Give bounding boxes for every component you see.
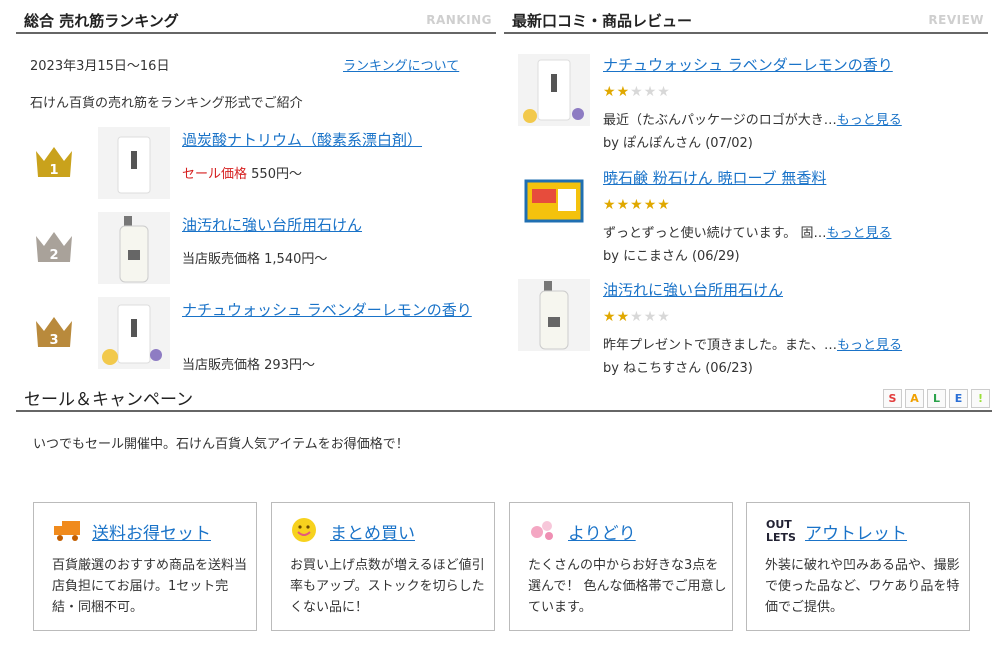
review-author: by にこまさん (06/29) [603,249,740,264]
price-value: 1,540円〜 [264,252,328,267]
campaign-title-link[interactable]: アウトレット [805,519,907,544]
ranking-title: 総合 売れ筋ランキング [24,12,179,30]
sale-badge: A [905,389,924,408]
rank-number: 3 [49,333,58,348]
crown-icon: 2 [36,232,72,263]
sale-header: セール＆キャンペーン [16,382,992,412]
review-author: by ねこちすさん (06/23) [603,361,753,376]
rank-number: 1 [49,163,58,178]
ranking-intro: 石けん百貨の売れ筋をランキング形式でご紹介 [30,96,303,111]
price-value: 293円〜 [264,358,315,373]
ranking-header: 総合 売れ筋ランキング RANKING [16,4,496,34]
review-product-link[interactable]: 油汚れに強い台所用石けん [603,279,783,300]
star-icon: ★ [616,197,631,213]
truck-icon [54,521,80,541]
rank-number: 2 [49,248,58,263]
product-image[interactable] [98,297,170,369]
star-icon: ★ [630,309,644,325]
star-icon: ★ [630,84,644,100]
svg-text:LETS: LETS [766,531,795,543]
price-label: 当店販売価格 [182,358,261,373]
campaign-card-bulk[interactable]: まとめ買い お買い上げ点数が増えるほど値引率もアップ。ストックを切らしたくない品… [271,502,495,631]
ranking-about-link[interactable]: ランキングについて [343,55,459,74]
product-image[interactable] [518,279,590,351]
star-icon: ★ [657,197,671,213]
review-snippet: ずっとずっと使い続けています。 固…もっと見る [603,226,892,241]
crown-icon: 3 [36,317,72,348]
more-link[interactable]: もっと見る [837,113,902,128]
star-icon: ★ [603,197,617,213]
ranking-item-3: 3 ナチュウォッシュ ラベンダーレモンの香り 当店販売価格 293円〜 [30,297,482,373]
review-snippet: 昨年プレゼントで頂きました。また、…もっと見る [603,338,903,353]
star-icon: ★ [643,84,658,100]
price-value: 550円〜 [251,167,302,182]
sale-badge: E [949,389,968,408]
sale-badge: ! [971,389,990,408]
product-name-link[interactable]: 油汚れに強い台所用石けん [182,214,482,237]
star-rating: ★★★★★ [603,309,671,325]
review-sub: REVIEW [928,13,984,27]
bubbles-icon [531,521,553,540]
product-price: セール価格 550円〜 [182,163,302,182]
product-price: 当店販売価格 1,540円〜 [182,248,327,267]
review-snippet: 最近（たぶんパッケージのロゴが大き…もっと見る [603,113,902,128]
ranking-item-2: 2 油汚れに強い台所用石けん 当店販売価格 1,540円〜 [30,212,480,284]
ranking-sub: RANKING [426,13,492,27]
campaign-desc: 外装に破れや凹みある品や、撮影で使った品など、ワケあり品を特価でご提供。 [765,558,960,615]
sale-badge: S [883,389,902,408]
ranking-date: 2023年3月15日〜16日 [30,59,170,74]
product-image[interactable] [98,127,170,199]
review-item-2: 暁石鹸 粉石けん 暁ローブ 無香料 ★★★★★ ずっとずっと使い続けています。 … [518,167,988,267]
star-icon: ★ [603,84,617,100]
star-icon: ★ [643,309,658,325]
svg-text:OUT: OUT [766,518,792,531]
review-product-link[interactable]: ナチュウォッシュ ラベンダーレモンの香り [603,54,893,75]
smiley-icon [292,518,316,542]
price-label: 当店販売価格 [182,252,261,267]
review-title: 最新口コミ・商品レビュー [512,12,693,30]
campaign-title-link[interactable]: まとめ買い [330,519,415,544]
product-image[interactable] [98,212,170,284]
product-name-link[interactable]: ナチュウォッシュ ラベンダーレモンの香り [182,299,482,322]
sale-title: セール＆キャンペーン [24,390,194,410]
star-icon: ★ [657,309,671,325]
more-link[interactable]: もっと見る [826,226,891,241]
outlets-icon: OUT LETS [766,518,795,543]
sale-badges: S A L E ! [883,389,990,408]
review-author: by ぽんぽんさん (07/02) [603,136,753,151]
campaign-card-set[interactable]: 送料お得セット 百貨厳選のおすすめ商品を送料当店負担にてお届け。1セット完結・同… [33,502,257,631]
sale-badge: L [927,389,946,408]
review-item-1: ナチュウォッシュ ラベンダーレモンの香り ★★★★★ 最近（たぶんパッケージのロ… [518,54,988,154]
campaign-card-pick[interactable]: よりどり たくさんの中からお好きな3点を選んで！ 色んな価格帯でご用意しています… [509,502,733,631]
campaign-title-link[interactable]: 送料お得セット [92,519,211,544]
star-icon: ★ [657,84,671,100]
review-header: 最新口コミ・商品レビュー REVIEW [504,4,988,34]
star-icon: ★ [616,84,631,100]
review-product-link[interactable]: 暁石鹸 粉石けん 暁ローブ 無香料 [603,167,826,188]
star-rating: ★★★★★ [603,197,671,213]
product-image[interactable] [518,167,590,239]
star-icon: ★ [643,197,658,213]
review-item-3: 油汚れに強い台所用石けん ★★★★★ 昨年プレゼントで頂きました。また、…もっと… [518,279,988,379]
ranking-item-1: 1 過炭酸ナトリウム（酸素系漂白剤） セール価格 550円〜 [30,127,480,199]
campaign-card-outlet[interactable]: OUT LETS アウトレット 外装に破れや凹みある品や、撮影で使った品など、ワ… [746,502,970,631]
campaign-desc: お買い上げ点数が増えるほど値引率もアップ。ストックを切らしたくない品に！ [290,558,485,615]
star-icon: ★ [603,309,617,325]
crown-icon: 1 [36,147,72,178]
campaign-desc: 百貨厳選のおすすめ商品を送料当店負担にてお届け。1セット完結・同梱不可。 [52,558,248,615]
star-rating: ★★★★★ [603,84,671,100]
star-icon: ★ [616,309,631,325]
product-price: 当店販売価格 293円〜 [182,354,315,373]
campaign-desc: たくさんの中からお好きな3点を選んで！ 色んな価格帯でご用意しています。 [528,558,727,615]
price-label: セール価格 [182,167,248,182]
campaign-title-link[interactable]: よりどり [568,519,636,544]
product-name-link[interactable]: 過炭酸ナトリウム（酸素系漂白剤） [182,129,482,152]
more-link[interactable]: もっと見る [837,338,902,353]
product-image[interactable] [518,54,590,126]
sale-intro: いつでもセール開催中。石けん百貨人気アイテムをお得価格で！ [33,437,409,452]
star-icon: ★ [630,197,644,213]
